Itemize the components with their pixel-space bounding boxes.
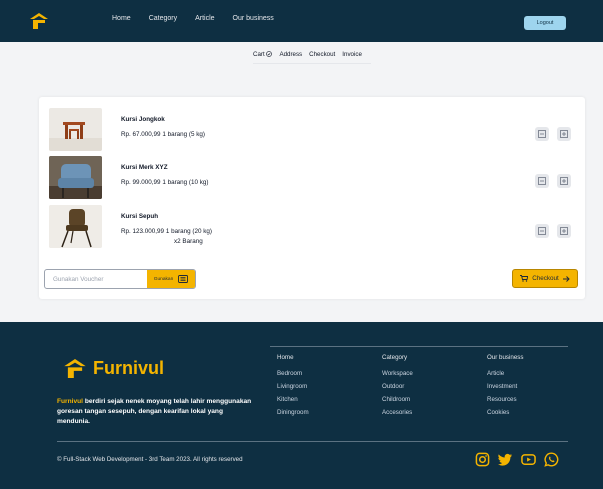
tab-invoice[interactable]: Invoice	[342, 51, 362, 58]
plus-box-icon	[560, 227, 568, 235]
apply-voucher-button[interactable]: Gunakan	[147, 270, 195, 288]
footer-col-heading[interactable]: Category	[382, 354, 413, 361]
instagram-icon[interactable]	[475, 452, 490, 467]
weight-detail: 1 barang (20 kg)	[165, 228, 213, 235]
plus-box-icon	[560, 177, 568, 185]
nav-article[interactable]: Article	[195, 15, 214, 22]
cart-item: Kursi Jongkok Rp. 67.000,99 1 barang (5 …	[49, 108, 575, 152]
product-name: Kursi Sepuh	[121, 213, 159, 220]
tab-checkout[interactable]: Checkout	[309, 51, 335, 58]
footer-link[interactable]: Workspace	[382, 370, 413, 377]
product-name: Kursi Jongkok	[121, 116, 165, 123]
product-price: Rp. 67.000,99 1 barang (5 kg)	[121, 131, 205, 138]
minus-box-icon	[538, 177, 546, 185]
logo-icon	[64, 359, 86, 378]
footer-col-heading[interactable]: Our business	[487, 354, 523, 361]
product-name: Kursi Merk XYZ	[121, 164, 168, 171]
footer-link[interactable]: Childroom	[382, 396, 413, 403]
footer-divider-bottom	[57, 441, 568, 442]
tabs-divider	[253, 63, 371, 64]
social-links	[475, 452, 559, 467]
logo-icon[interactable]	[30, 13, 48, 29]
weight-detail: 1 barang (10 kg)	[162, 179, 209, 186]
cart-item: Kursi Merk XYZ Rp. 99.000,99 1 barang (1…	[49, 156, 575, 200]
voucher-field: Gunakan	[44, 269, 196, 289]
footer-divider-top	[270, 346, 568, 347]
cart-item: Kursi Sepuh Rp. 123.000,99 1 barang (20 …	[49, 205, 575, 249]
weight-detail: 1 barang (5 kg)	[162, 131, 206, 138]
product-price: Rp. 99.000,99 1 barang (10 kg)	[121, 179, 209, 186]
decrease-button[interactable]	[535, 174, 549, 188]
tab-address[interactable]: Address	[279, 51, 302, 58]
brand-highlight: Furnivul	[57, 398, 84, 405]
footer-col-home: Home Bedroom Livingroom Kitchen Diningro…	[277, 354, 309, 422]
footer-link[interactable]: Article	[487, 370, 523, 377]
nav-our-business[interactable]: Our business	[233, 15, 274, 22]
youtube-icon[interactable]	[521, 452, 536, 467]
product-price: Rp. 123.000,99 1 barang (20 kg)	[121, 228, 212, 235]
minus-box-icon	[538, 227, 546, 235]
plus-box-icon	[560, 130, 568, 138]
add-button[interactable]	[557, 224, 571, 238]
footer-col-heading[interactable]: Home	[277, 354, 309, 361]
checkout-label: Checkout	[532, 275, 559, 282]
footer-link[interactable]: Accesories	[382, 409, 413, 416]
main-nav: Home Category Article Our business	[112, 15, 292, 22]
brand-name: Furnivul	[93, 358, 164, 378]
footer-link[interactable]: Resources	[487, 396, 523, 403]
quantity-label: x2 Barang	[174, 238, 203, 245]
price-value: Rp. 67.000,99	[121, 131, 161, 138]
tab-cart[interactable]: Cart	[253, 51, 273, 64]
footer-link[interactable]: Livingroom	[277, 383, 309, 390]
footer-link[interactable]: Kitchen	[277, 396, 309, 403]
footer-link[interactable]: Outdoor	[382, 383, 413, 390]
add-button[interactable]	[557, 127, 571, 141]
cart-icon	[520, 275, 529, 282]
footer-col-category: Category Workspace Outdoor Childroom Acc…	[382, 354, 413, 422]
add-button[interactable]	[557, 174, 571, 188]
checkout-steps: Cart Address Checkout Invoice	[253, 51, 362, 64]
price-value: Rp. 99.000,99	[121, 179, 161, 186]
whatsapp-icon[interactable]	[544, 452, 559, 467]
ticket-icon	[178, 275, 189, 283]
apply-voucher-label: Gunakan	[153, 276, 174, 282]
copyright-text: © Full-Stack Web Development - 3rd Team …	[57, 456, 243, 463]
cart-card: Kursi Jongkok Rp. 67.000,99 1 barang (5 …	[39, 97, 585, 299]
voucher-input[interactable]	[45, 270, 147, 288]
footer-link[interactable]: Bedroom	[277, 370, 309, 377]
brand-description: Furnivul berdiri sejak nenek moyang tela…	[57, 397, 257, 427]
checkout-button[interactable]: Checkout	[512, 269, 578, 288]
logout-button[interactable]: Logout	[524, 16, 566, 30]
footer: Furnivul Furnivul berdiri sejak nenek mo…	[0, 322, 603, 489]
decrease-button[interactable]	[535, 127, 549, 141]
arrow-right-icon	[562, 275, 570, 282]
check-circle-icon	[266, 51, 273, 57]
footer-link[interactable]: Cookies	[487, 409, 523, 416]
footer-link[interactable]: Investment	[487, 383, 523, 390]
footer-link[interactable]: Diningroom	[277, 409, 309, 416]
minus-box-icon	[538, 130, 546, 138]
brand-description-text: berdiri sejak nenek moyang telah lahir m…	[57, 398, 252, 425]
footer-brand: Furnivul	[64, 358, 164, 379]
product-image	[49, 108, 102, 151]
nav-category[interactable]: Category	[149, 15, 177, 22]
top-navbar: Home Category Article Our business Logou…	[0, 0, 603, 42]
nav-home[interactable]: Home	[112, 15, 131, 22]
twitter-icon[interactable]	[498, 452, 513, 467]
price-value: Rp. 123.000,99	[121, 228, 165, 235]
tab-cart-label: Cart	[253, 51, 265, 58]
product-image	[49, 205, 102, 248]
footer-col-business: Our business Article Investment Resource…	[487, 354, 523, 422]
product-image	[49, 156, 102, 199]
decrease-button[interactable]	[535, 224, 549, 238]
